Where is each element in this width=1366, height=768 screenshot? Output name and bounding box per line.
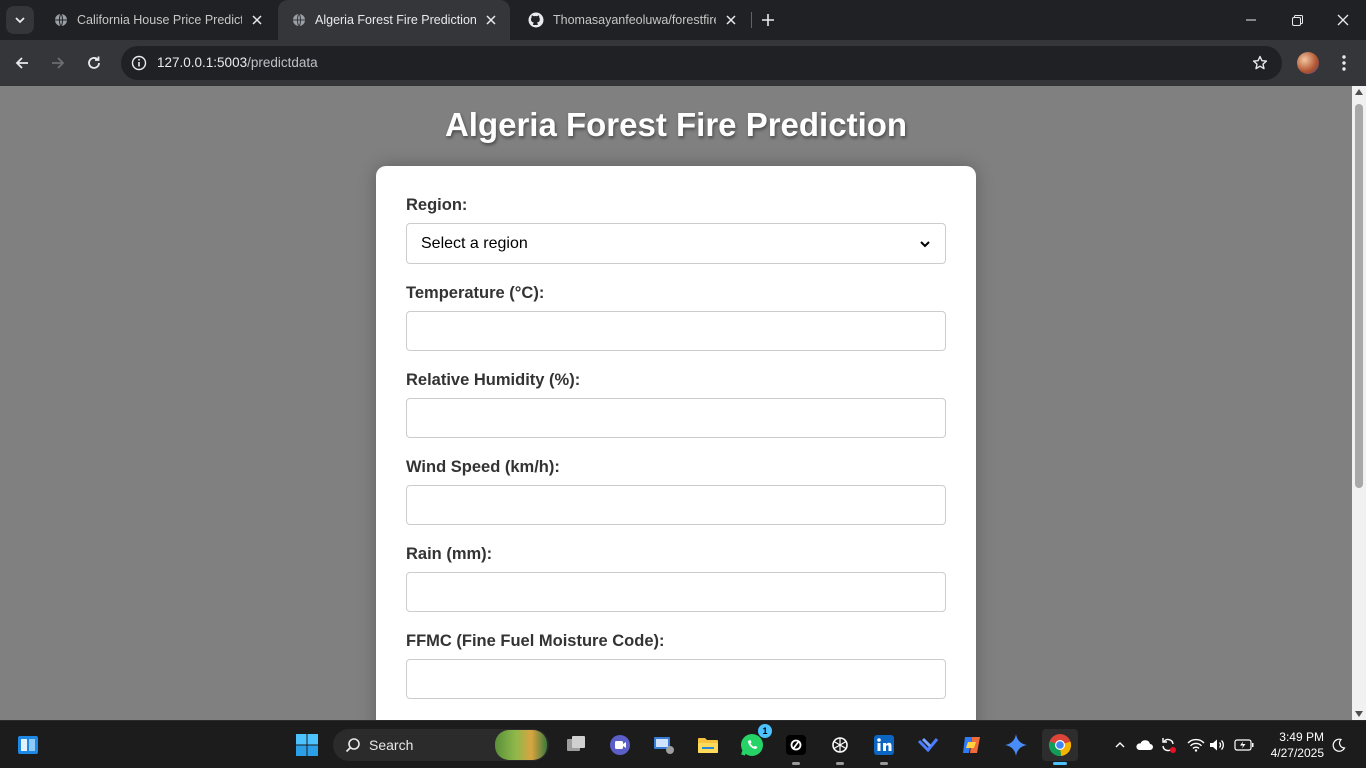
chrome-icon[interactable] (1042, 729, 1078, 765)
url-host: 127.0.0.1:5003 (157, 55, 248, 70)
tab-california-house-price[interactable]: California House Price Predictio (40, 0, 276, 40)
minimize-icon (1246, 19, 1256, 21)
globe-icon (293, 13, 305, 27)
vscode-style-app-icon[interactable] (912, 729, 944, 761)
windows-start-icon[interactable] (291, 729, 323, 761)
volume-icon[interactable] (1207, 733, 1229, 757)
scrollbar-thumb[interactable] (1355, 104, 1363, 488)
whatsapp-icon[interactable]: 1 (736, 724, 772, 761)
scroll-up-arrow-icon[interactable] (1355, 89, 1363, 95)
clock-time: 3:49 PM (1279, 730, 1324, 744)
chevron-up-icon[interactable] (1109, 733, 1131, 757)
page-scrollbar[interactable] (1352, 86, 1366, 720)
wifi-icon[interactable] (1185, 733, 1207, 757)
humidity-input[interactable] (406, 398, 946, 438)
scroll-down-arrow-icon[interactable] (1355, 711, 1363, 717)
close-icon (1337, 14, 1349, 26)
forward-button[interactable] (44, 49, 72, 77)
search-icon (345, 738, 360, 753)
onedrive-cloud-icon[interactable] (1133, 733, 1155, 757)
url-text: 127.0.0.1:5003/predictdata (157, 55, 318, 70)
tab-title: Algeria Forest Fire Prediction (315, 13, 476, 27)
notion-style-app-icon[interactable] (780, 729, 812, 765)
task-view-icon[interactable] (560, 729, 592, 761)
temperature-input[interactable] (406, 311, 946, 351)
ffmc-label: FFMC (Fine Fuel Moisture Code): (406, 632, 665, 650)
gemini-icon[interactable] (1000, 729, 1032, 761)
widgets-icon[interactable] (12, 729, 44, 761)
arrow-right-icon (52, 57, 65, 69)
reload-icon (88, 56, 100, 69)
tab-title: Thomasayanfeoluwa/forestfireP (553, 13, 716, 27)
github-icon (528, 12, 544, 28)
system-clock[interactable]: 3:49 PM 4/27/2025 (1262, 729, 1324, 761)
close-icon[interactable] (722, 11, 740, 29)
temperature-label: Temperature (°C): (406, 284, 545, 302)
url-path: /predictdata (247, 55, 318, 70)
teams-meet-icon[interactable] (604, 729, 636, 761)
restore-button[interactable] (1274, 0, 1320, 40)
linkedin-icon[interactable] (868, 729, 900, 765)
battery-icon[interactable] (1233, 733, 1255, 757)
tab-strip: California House Price Predictio Algeria… (0, 0, 1366, 40)
running-indicator (792, 762, 800, 765)
page-title: Algeria Forest Fire Prediction (444, 106, 908, 143)
browser-menu-button[interactable] (1334, 50, 1354, 76)
chevron-down-icon (920, 240, 930, 247)
humidity-label: Relative Humidity (%): (406, 371, 581, 389)
tab-github-repo[interactable]: Thomasayanfeoluwa/forestfireP (514, 0, 750, 40)
plus-icon (762, 14, 774, 26)
site-info-icon[interactable] (129, 53, 149, 73)
tab-title: California House Price Predictio (77, 13, 242, 27)
taskbar-search[interactable]: Search (333, 729, 549, 761)
close-icon[interactable] (248, 11, 266, 29)
wind-speed-input[interactable] (406, 485, 946, 525)
arrow-left-icon (15, 57, 28, 69)
remote-desktop-icon[interactable] (648, 729, 680, 761)
clock-date: 4/27/2025 (1270, 746, 1324, 760)
minimize-button[interactable] (1228, 0, 1274, 40)
sync-icon[interactable] (1157, 733, 1179, 757)
search-label: Search (369, 737, 414, 753)
notification-badge: 1 (758, 724, 772, 738)
search-highlight-image (495, 730, 547, 760)
tab-divider (751, 12, 752, 28)
globe-icon (55, 13, 67, 27)
prediction-form: Region: Select a region Temperature (°C)… (376, 166, 976, 720)
bookmark-star-icon[interactable] (1250, 53, 1270, 73)
chatgpt-icon[interactable] (824, 729, 856, 765)
wind-speed-label: Wind Speed (km/h): (406, 458, 560, 476)
region-select-value: Select a region (421, 234, 528, 252)
close-window-button[interactable] (1320, 0, 1366, 40)
more-vertical-icon (1342, 55, 1346, 71)
profile-avatar[interactable] (1297, 52, 1319, 74)
file-explorer-icon[interactable] (692, 729, 724, 761)
region-select[interactable]: Select a region (406, 223, 946, 264)
reload-button[interactable] (80, 49, 108, 77)
close-icon[interactable] (482, 11, 500, 29)
restore-icon (1291, 14, 1303, 26)
active-indicator (1053, 762, 1067, 765)
tab-search-button[interactable] (6, 6, 34, 34)
copilot-icon[interactable] (956, 729, 988, 761)
new-tab-button[interactable] (756, 8, 780, 32)
tab-algeria-forest-fire[interactable]: Algeria Forest Fire Prediction (278, 0, 510, 40)
region-label: Region: (406, 196, 468, 214)
browser-toolbar: 127.0.0.1:5003/predictdata (0, 40, 1366, 86)
back-button[interactable] (8, 49, 36, 77)
running-indicator (880, 762, 888, 765)
rain-input[interactable] (406, 572, 946, 612)
moon-quiet-hours-icon[interactable] (1328, 733, 1350, 757)
page-viewport: Algeria Forest Fire Prediction Region: S… (0, 86, 1352, 720)
running-indicator (836, 762, 844, 765)
windows-taskbar: Search 1 3:49 PM 4/27/2025 (0, 720, 1366, 768)
address-bar[interactable]: 127.0.0.1:5003/predictdata (121, 46, 1282, 80)
rain-label: Rain (mm): (406, 545, 493, 563)
ffmc-input[interactable] (406, 659, 946, 699)
chevron-down-icon (15, 17, 25, 24)
